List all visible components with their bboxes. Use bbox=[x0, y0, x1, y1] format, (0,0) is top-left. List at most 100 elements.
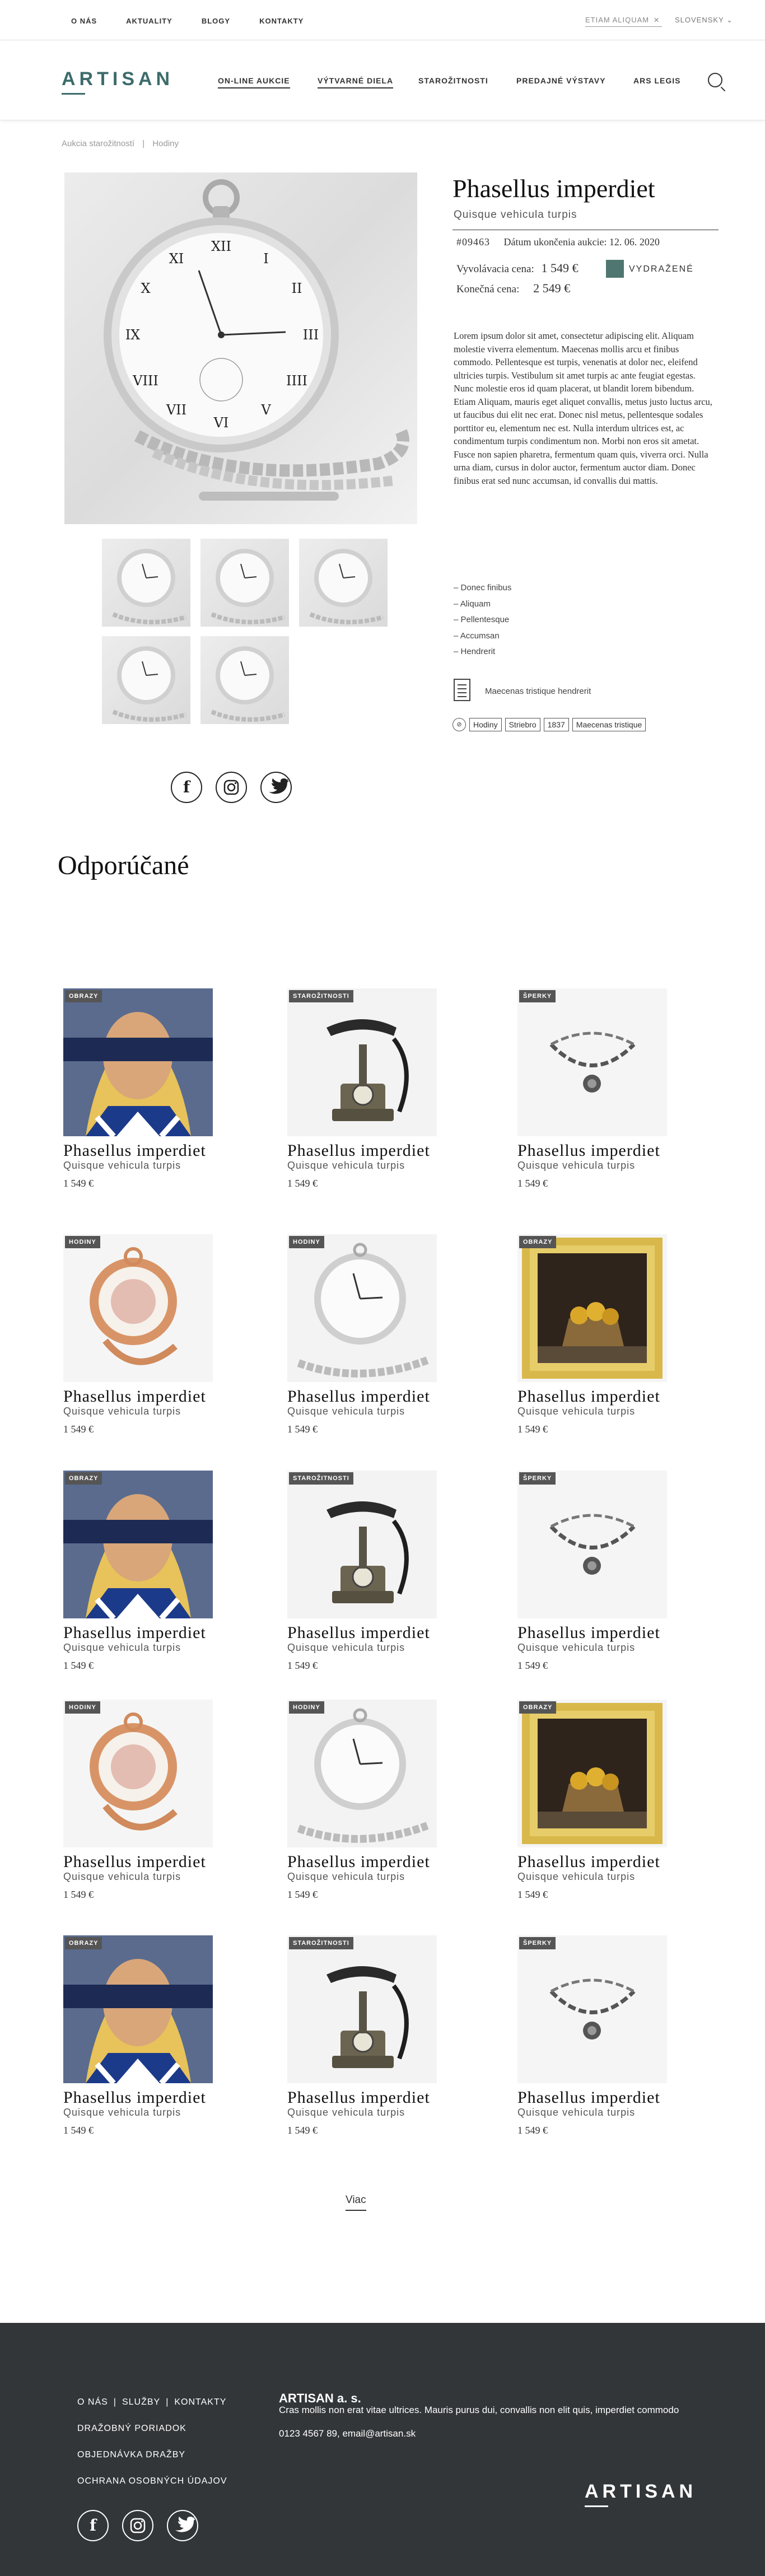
card-title[interactable]: Phasellus imperdiet bbox=[517, 1141, 660, 1160]
card-title[interactable]: Phasellus imperdiet bbox=[517, 2088, 660, 2107]
product-card[interactable]: OBRAZY Phasellus imperdiet Quisque vehicul… bbox=[63, 1471, 248, 1695]
nav-starozitnosti[interactable]: STAROŽITNOSTI bbox=[418, 76, 488, 85]
card-image[interactable] bbox=[63, 1471, 213, 1618]
instagram-icon[interactable] bbox=[216, 772, 247, 803]
tag[interactable]: Maecenas tristique bbox=[572, 718, 646, 731]
product-card[interactable]: STAROŽITNOSTI Phasellus imperdiet Quisque … bbox=[287, 1471, 472, 1695]
card-subtitle: Quisque vehicula turpis bbox=[517, 1642, 636, 1653]
category-badge: STAROŽITNOSTI bbox=[289, 1472, 353, 1485]
card-image[interactable] bbox=[287, 1700, 437, 1847]
product-card[interactable]: OBRAZY Phasellus imperdiet Quisque vehicul… bbox=[63, 1935, 248, 2159]
card-subtitle: Quisque vehicula turpis bbox=[517, 2107, 636, 2118]
status-indicator bbox=[606, 260, 624, 278]
card-image[interactable] bbox=[63, 988, 213, 1136]
card-title[interactable]: Phasellus imperdiet bbox=[287, 1852, 430, 1872]
card-image[interactable] bbox=[287, 988, 437, 1136]
card-image[interactable] bbox=[517, 1700, 667, 1847]
nav-predajne-vystavy[interactable]: PREDAJNÉ VÝSTAVY bbox=[516, 76, 605, 85]
tag[interactable]: Hodiny bbox=[469, 718, 502, 731]
card-title[interactable]: Phasellus imperdiet bbox=[287, 1387, 430, 1406]
document-icon[interactable] bbox=[454, 679, 470, 701]
tag[interactable]: 1837 bbox=[543, 718, 569, 731]
footer-link[interactable]: OCHRANA OSOBNÝCH ÚDAJOV bbox=[77, 2468, 227, 2494]
card-title[interactable]: Phasellus imperdiet bbox=[63, 1852, 206, 1872]
search-icon[interactable] bbox=[708, 73, 722, 87]
footer-link[interactable]: KONTAKTY bbox=[174, 2397, 226, 2407]
card-image[interactable] bbox=[287, 1935, 437, 2083]
nav-vytvarne-diela[interactable]: VÝTVARNÉ DIELA bbox=[318, 76, 394, 88]
card-image[interactable] bbox=[287, 1471, 437, 1618]
card-image[interactable] bbox=[63, 1935, 213, 2083]
close-icon[interactable]: × bbox=[654, 15, 660, 26]
breadcrumb-item[interactable]: Aukcia starožitností bbox=[62, 139, 134, 148]
product-card[interactable]: HODINY Phasellus imperdiet Quisque vehicul… bbox=[63, 1234, 248, 1458]
facebook-icon[interactable]: f bbox=[171, 772, 202, 803]
more-button[interactable]: Viac bbox=[346, 2194, 366, 2211]
footer-links: O NÁS | SLUŽBY | KONTAKTY DRAŽOBNÝ PORIADOK … bbox=[77, 2389, 227, 2494]
product-card[interactable]: OBRAZY Phasellus imperdiet Quisque vehicul… bbox=[517, 1700, 702, 1924]
start-price-row: Vyvolávacia cena: 1 549 € bbox=[456, 261, 578, 276]
product-card[interactable]: STAROŽITNOSTI Phasellus imperdiet Quisque … bbox=[287, 988, 472, 1212]
card-image[interactable] bbox=[287, 1234, 437, 1382]
card-title[interactable]: Phasellus imperdiet bbox=[63, 2088, 206, 2107]
product-card[interactable]: ŠPERKY Phasellus imperdiet Quisque vehicul… bbox=[517, 988, 702, 1212]
card-title[interactable]: Phasellus imperdiet bbox=[287, 1141, 430, 1160]
product-card[interactable]: ŠPERKY Phasellus imperdiet Quisque vehicul… bbox=[517, 1935, 702, 2159]
tag[interactable]: Striebro bbox=[505, 718, 540, 731]
breadcrumb-item[interactable]: Hodiny bbox=[152, 139, 179, 148]
product-thumbnail[interactable] bbox=[299, 539, 388, 627]
card-image[interactable] bbox=[63, 1700, 213, 1847]
product-thumbnail[interactable] bbox=[200, 636, 289, 724]
product-thumbnail[interactable] bbox=[102, 539, 190, 627]
footer-link[interactable]: O NÁS bbox=[77, 2397, 108, 2407]
card-image[interactable] bbox=[63, 1234, 213, 1382]
product-card[interactable]: HODINY Phasellus imperdiet Quisque vehicul… bbox=[63, 1700, 248, 1924]
card-title[interactable]: Phasellus imperdiet bbox=[517, 1623, 660, 1642]
twitter-icon[interactable] bbox=[167, 2510, 198, 2541]
nav-online-aukcie[interactable]: ON-LINE AUKCIE bbox=[218, 76, 290, 88]
product-thumbnail[interactable] bbox=[200, 539, 289, 627]
card-price: 1 549 € bbox=[63, 1889, 94, 1900]
facebook-icon[interactable]: f bbox=[77, 2510, 109, 2541]
product-card[interactable]: STAROŽITNOSTI Phasellus imperdiet Quisque … bbox=[287, 1935, 472, 2159]
nav-ars-legis[interactable]: ARS LEGIS bbox=[633, 76, 680, 85]
footer-logo[interactable]: ARTISAN bbox=[585, 2481, 697, 2503]
svg-text:V: V bbox=[260, 402, 271, 418]
card-image[interactable] bbox=[517, 1471, 667, 1618]
card-title[interactable]: Phasellus imperdiet bbox=[63, 1387, 206, 1406]
top-nav-kontakty[interactable]: KONTAKTY bbox=[259, 17, 304, 25]
instagram-icon[interactable] bbox=[122, 2510, 153, 2541]
language-select[interactable]: SLOVENSKY ⌄ bbox=[675, 16, 733, 25]
search-input[interactable]: ETIAM ALIQUAM × bbox=[585, 13, 662, 27]
card-image[interactable] bbox=[517, 988, 667, 1136]
logo[interactable]: ARTISAN bbox=[62, 68, 174, 90]
product-card[interactable]: HODINY Phasellus imperdiet Quisque vehicul… bbox=[287, 1700, 472, 1924]
product-thumbnail[interactable] bbox=[102, 636, 190, 724]
card-title[interactable]: Phasellus imperdiet bbox=[63, 1623, 206, 1642]
card-subtitle: Quisque vehicula turpis bbox=[287, 2107, 405, 2118]
top-nav-o-nas[interactable]: O NÁS bbox=[71, 17, 97, 25]
card-title[interactable]: Phasellus imperdiet bbox=[63, 1141, 206, 1160]
product-card[interactable]: ŠPERKY Phasellus imperdiet Quisque vehicul… bbox=[517, 1471, 702, 1695]
card-title[interactable]: Phasellus imperdiet bbox=[517, 1852, 660, 1872]
footer-link[interactable]: SLUŽBY bbox=[122, 2397, 160, 2407]
card-subtitle: Quisque vehicula turpis bbox=[63, 2107, 181, 2118]
card-image[interactable] bbox=[517, 1935, 667, 2083]
card-title[interactable]: Phasellus imperdiet bbox=[517, 1387, 660, 1406]
footer-link[interactable]: DRAŽOBNÝ PORIADOK bbox=[77, 2415, 227, 2442]
top-nav-aktuality[interactable]: AKTUALITY bbox=[126, 17, 172, 25]
footer-link[interactable]: OBJEDNÁVKA DRAŽBY bbox=[77, 2442, 227, 2468]
product-card[interactable]: HODINY Phasellus imperdiet Quisque vehicul… bbox=[287, 1234, 472, 1458]
card-price: 1 549 € bbox=[517, 1660, 548, 1671]
card-image[interactable] bbox=[517, 1234, 667, 1382]
card-title[interactable]: Phasellus imperdiet bbox=[287, 1623, 430, 1642]
footer-company: ARTISAN a. s. bbox=[279, 2391, 361, 2405]
product-card[interactable]: OBRAZY Phasellus imperdiet Quisque vehicul… bbox=[517, 1234, 702, 1458]
product-card[interactable]: OBRAZY Phasellus imperdiet Quisque vehicul… bbox=[63, 988, 248, 1212]
twitter-icon[interactable] bbox=[260, 772, 292, 803]
card-price: 1 549 € bbox=[63, 2125, 94, 2136]
document-link[interactable]: Maecenas tristique hendrerit bbox=[485, 687, 591, 696]
top-nav-blogy[interactable]: BLOGY bbox=[202, 17, 230, 25]
card-title[interactable]: Phasellus imperdiet bbox=[287, 2088, 430, 2107]
product-main-image[interactable]: XII I II III IIII V VI VII VIII IX X XI bbox=[64, 172, 417, 524]
